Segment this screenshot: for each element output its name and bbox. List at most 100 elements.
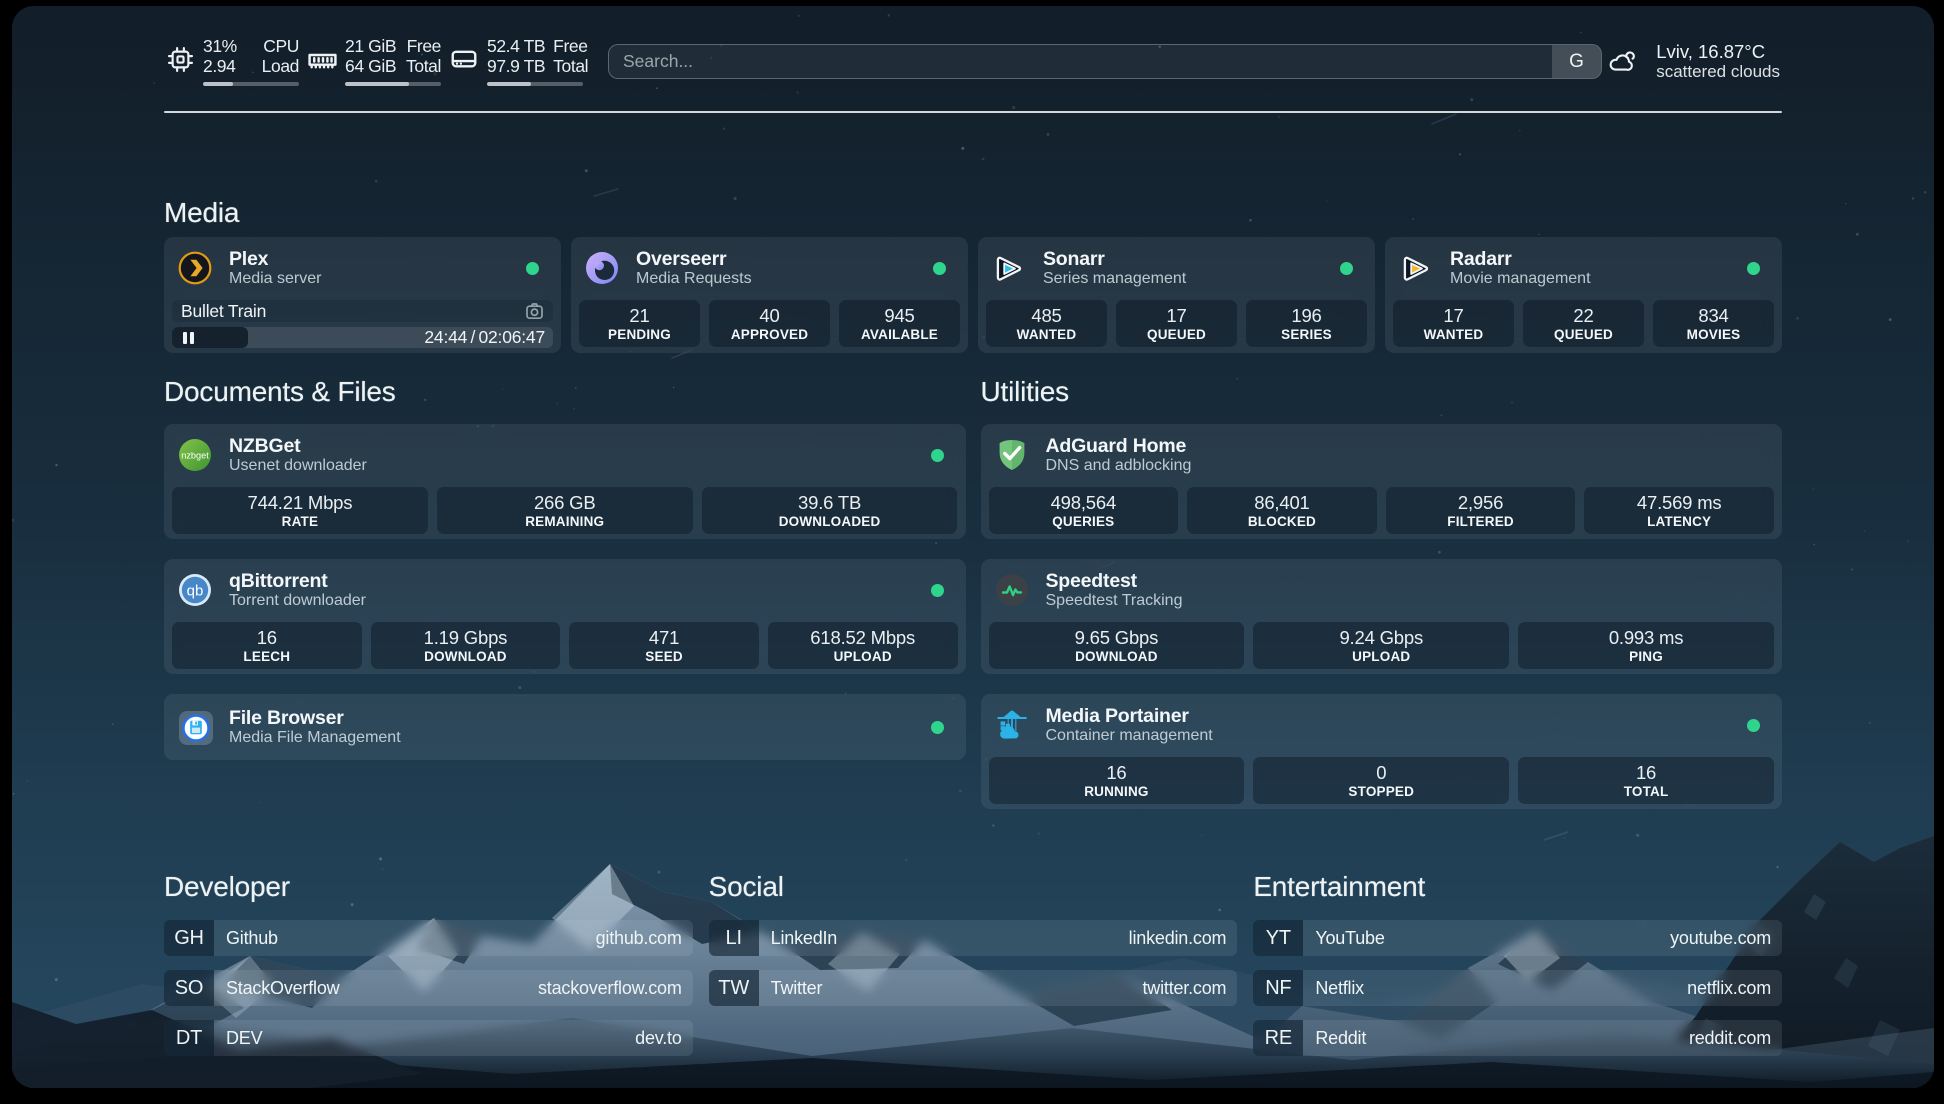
playback-progress-bar[interactable]: 24:44 / 02:06:47 <box>172 327 553 348</box>
bookmark-group-social: Social LI LinkedIn linkedin.com TW Twitt… <box>709 870 1238 1070</box>
service-card-portainer[interactable]: Media Portainer Container management 16 … <box>981 694 1783 809</box>
service-title: Speedtest <box>1046 571 1183 591</box>
status-dot-online <box>1747 262 1760 275</box>
stat-value: 17 <box>1443 305 1463 326</box>
bookmark-abbr: SO <box>164 970 214 1006</box>
stat-value: 945 <box>884 305 914 326</box>
service-subtitle: Series management <box>1043 270 1186 287</box>
stat-value: 196 <box>1291 305 1321 326</box>
stat-label: MOVIES <box>1687 327 1741 343</box>
stat-value: 618.52 Mbps <box>810 627 915 648</box>
stat-box: 266 GB REMAINING <box>437 487 693 534</box>
disk-free-label: Free <box>553 36 587 56</box>
memory-total: 64 GiB <box>345 56 396 76</box>
bookmark-name: StackOverflow <box>214 970 339 1006</box>
bookmark-url: twitter.com <box>1143 970 1238 1006</box>
service-subtitle: Media Requests <box>636 270 752 287</box>
cpu-progress-fill <box>203 82 233 86</box>
stat-box: 17 QUEUED <box>1116 300 1237 347</box>
service-subtitle: Torrent downloader <box>229 592 366 609</box>
service-card-sonarr[interactable]: Sonarr Series management 485 WANTED 17 Q… <box>978 237 1375 353</box>
bookmark-youtube[interactable]: YT YouTube youtube.com <box>1253 920 1782 956</box>
stat-box: 834 MOVIES <box>1653 300 1774 347</box>
bookmark-stackoverflow[interactable]: SO StackOverflow stackoverflow.com <box>164 970 693 1006</box>
service-card-overseerr[interactable]: Overseerr Media Requests 21 PENDING 40 A… <box>571 237 968 353</box>
group-title-utilities: Utilities <box>981 375 1783 408</box>
search-input[interactable] <box>609 45 1552 78</box>
bookmark-abbr: DT <box>164 1020 214 1056</box>
bookmark-url: dev.to <box>635 1020 693 1056</box>
stat-label: DOWNLOAD <box>424 649 507 665</box>
stat-value: 0 <box>1376 762 1386 783</box>
stat-box: 2,956 FILTERED <box>1386 487 1576 534</box>
group-title-documents-files: Documents & Files <box>164 375 966 408</box>
stat-value: 0.993 ms <box>1609 627 1684 648</box>
status-dot-online <box>1340 262 1353 275</box>
cpu-icon <box>164 36 196 82</box>
bookmark-linkedin[interactable]: LI LinkedIn linkedin.com <box>709 920 1238 956</box>
bookmark-reddit[interactable]: RE Reddit reddit.com <box>1253 1020 1782 1056</box>
stat-box: 945 AVAILABLE <box>839 300 960 347</box>
memory-progress-fill <box>345 82 409 86</box>
bookmark-url: github.com <box>596 920 693 956</box>
stat-value: 834 <box>1698 305 1728 326</box>
stat-box: 22 QUEUED <box>1523 300 1644 347</box>
stat-label: PENDING <box>608 327 671 343</box>
service-card-qbittorrent[interactable]: qb qBittorrent Torrent downloader <box>164 559 966 674</box>
stat-value: 471 <box>649 627 679 648</box>
bookmark-dev[interactable]: DT DEV dev.to <box>164 1020 693 1056</box>
stat-value: 86,401 <box>1254 492 1309 513</box>
stat-value: 485 <box>1031 305 1061 326</box>
stat-label: PING <box>1629 649 1663 665</box>
stat-value: 22 <box>1573 305 1593 326</box>
service-subtitle: Speedtest Tracking <box>1046 592 1183 609</box>
weather-widget[interactable]: Lviv, 16.87°C scattered clouds <box>1605 41 1780 81</box>
stat-box: 471 SEED <box>569 622 759 669</box>
memory-free-label: Free <box>407 36 441 56</box>
stat-box: 39.6 TB DOWNLOADED <box>702 487 958 534</box>
bookmark-github[interactable]: GH Github github.com <box>164 920 693 956</box>
stat-label: UPLOAD <box>834 649 892 665</box>
bookmark-name: Twitter <box>759 970 823 1006</box>
stat-label: BLOCKED <box>1248 514 1316 530</box>
memory-free: 21 GiB <box>345 36 396 56</box>
search-provider-button[interactable]: G <box>1552 45 1601 78</box>
column-utilities: Utilities <box>981 375 1783 809</box>
disk-total-label: Total <box>553 56 588 76</box>
status-dot-online <box>933 262 946 275</box>
service-card-nzbget[interactable]: nzbget NZBGet Usenet downloader <box>164 424 966 539</box>
service-subtitle: Media File Management <box>229 729 401 746</box>
search-bar: G <box>608 44 1602 79</box>
service-card-adguard[interactable]: AdGuard Home DNS and adblocking 498,564 … <box>981 424 1783 539</box>
service-card-filebrowser[interactable]: File Browser Media File Management <box>164 694 966 760</box>
bookmark-netflix[interactable]: NF Netflix netflix.com <box>1253 970 1782 1006</box>
bookmark-name: Reddit <box>1303 1020 1366 1056</box>
service-title: NZBGet <box>229 436 367 456</box>
stat-value: 47.569 ms <box>1637 492 1722 513</box>
stat-label: QUERIES <box>1052 514 1114 530</box>
stat-value: 21 <box>629 305 649 326</box>
stat-box: 1.19 Gbps DOWNLOAD <box>371 622 561 669</box>
stat-value: 16 <box>257 627 277 648</box>
bookmark-url: reddit.com <box>1689 1020 1782 1056</box>
stat-box: 744.21 Mbps RATE <box>172 487 428 534</box>
playback-total: 02:06:47 <box>478 327 545 347</box>
stat-box: 16 LEECH <box>172 622 362 669</box>
cpu-load-label: Load <box>262 56 299 76</box>
bookmark-name: Github <box>214 920 278 956</box>
svg-text:qb: qb <box>187 582 204 599</box>
portainer-icon <box>995 708 1029 742</box>
plex-now-playing: Bullet Train <box>172 300 553 348</box>
resource-memory: 21 GiB Free 64 GiB Total <box>306 36 441 86</box>
service-card-plex[interactable]: Plex Media server Bullet Train <box>164 237 561 353</box>
adguard-icon <box>995 438 1029 472</box>
service-card-radarr[interactable]: Radarr Movie management 17 WANTED 22 QUE… <box>1385 237 1782 353</box>
stat-box: 485 WANTED <box>986 300 1107 347</box>
disk-progress-track <box>487 82 583 86</box>
playback-separator: / <box>470 327 475 347</box>
stat-label: SEED <box>645 649 683 665</box>
service-card-speedtest[interactable]: Speedtest Speedtest Tracking 9.65 Gbps D… <box>981 559 1783 674</box>
bookmark-twitter[interactable]: TW Twitter twitter.com <box>709 970 1238 1006</box>
service-title: Overseerr <box>636 249 752 269</box>
bookmark-abbr: RE <box>1253 1020 1303 1056</box>
